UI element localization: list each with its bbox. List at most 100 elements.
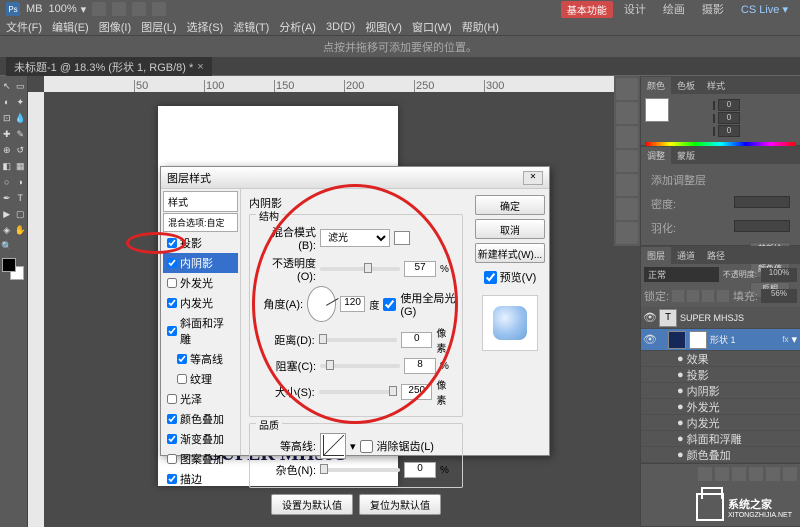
workspace-paint[interactable]: 绘画 bbox=[657, 0, 691, 18]
crop-tool[interactable]: ⊡ bbox=[0, 111, 14, 125]
gradient-tool[interactable]: ▦ bbox=[14, 159, 28, 173]
workspace-photo[interactable]: 摄影 bbox=[696, 0, 730, 18]
choke-slider[interactable] bbox=[320, 364, 400, 368]
fx-badge[interactable]: fx bbox=[782, 335, 788, 344]
rulers-icon[interactable] bbox=[152, 2, 166, 16]
global-light-checkbox[interactable] bbox=[383, 298, 396, 311]
3d-tool[interactable]: ◈ bbox=[0, 223, 14, 237]
fg-swatch[interactable] bbox=[645, 98, 669, 122]
shadow-color-swatch[interactable] bbox=[394, 231, 410, 245]
fgbg-swatches[interactable] bbox=[2, 258, 26, 282]
noise-input[interactable]: 0 bbox=[404, 462, 436, 478]
menu-select[interactable]: 选择(S) bbox=[187, 19, 224, 35]
layers-tab[interactable]: 图层 bbox=[641, 247, 671, 264]
angle-input[interactable]: 120 bbox=[340, 296, 366, 312]
brush-tool[interactable]: ✎ bbox=[14, 127, 28, 141]
g-slider[interactable] bbox=[713, 114, 715, 123]
fx-innerglow[interactable]: ●内发光 bbox=[641, 415, 800, 431]
fx-innershadow[interactable]: ●内阴影 bbox=[641, 383, 800, 399]
visibility-icon[interactable]: 👁 bbox=[644, 312, 656, 324]
distance-input[interactable]: 0 bbox=[401, 332, 432, 348]
layer-item[interactable]: 👁 T SUPER MHSJS bbox=[641, 307, 800, 329]
dialog-titlebar[interactable]: 图层样式 ✕ bbox=[161, 167, 549, 189]
style-stroke[interactable]: 描边 bbox=[163, 469, 238, 489]
zoom-tool[interactable]: 🔍 bbox=[0, 239, 14, 253]
delete-layer-icon[interactable] bbox=[783, 467, 797, 481]
fx-dropshadow[interactable]: ●投影 bbox=[641, 367, 800, 383]
style-bevel[interactable]: 斜面和浮雕 bbox=[163, 313, 238, 349]
style-gradientoverlay[interactable]: 渐变叠加 bbox=[163, 429, 238, 449]
lock-position-icon[interactable] bbox=[702, 290, 714, 302]
ok-button[interactable]: 确定 bbox=[475, 195, 545, 215]
visibility-icon[interactable]: 👁 bbox=[644, 334, 656, 346]
make-default-button[interactable]: 设置为默认值 bbox=[271, 494, 353, 515]
new-style-button[interactable]: 新建样式(W)... bbox=[475, 243, 545, 263]
stamp-tool[interactable]: ⊕ bbox=[0, 143, 14, 157]
r-slider[interactable] bbox=[713, 101, 715, 110]
distance-slider[interactable] bbox=[319, 338, 397, 342]
new-group-icon[interactable] bbox=[749, 467, 763, 481]
preview-checkbox[interactable] bbox=[484, 271, 497, 284]
styles-tab[interactable]: 样式 bbox=[701, 77, 731, 94]
lock-all-icon[interactable] bbox=[717, 290, 729, 302]
para-panel-icon[interactable] bbox=[616, 174, 638, 196]
guide-icon[interactable] bbox=[112, 2, 126, 16]
style-innerglow[interactable]: 内发光 bbox=[163, 293, 238, 313]
cancel-button[interactable]: 取消 bbox=[475, 219, 545, 239]
menu-help[interactable]: 帮助(H) bbox=[462, 19, 499, 35]
blur-tool[interactable]: ○ bbox=[0, 175, 14, 189]
menu-3d[interactable]: 3D(D) bbox=[326, 21, 355, 33]
actions-panel-icon[interactable] bbox=[616, 102, 638, 124]
layer-style-icon[interactable] bbox=[715, 467, 729, 481]
channels-tab[interactable]: 通道 bbox=[671, 247, 701, 264]
brush-panel-icon[interactable] bbox=[616, 198, 638, 220]
marquee-tool[interactable]: ▭ bbox=[14, 79, 28, 93]
style-satin[interactable]: 光泽 bbox=[163, 389, 238, 409]
mask-tab[interactable]: 蒙版 bbox=[671, 147, 701, 164]
lock-pixel-icon[interactable] bbox=[687, 290, 699, 302]
fill-input[interactable]: 56% bbox=[761, 289, 797, 303]
path-select-tool[interactable]: ▶ bbox=[0, 207, 14, 221]
menu-image[interactable]: 图像(I) bbox=[99, 19, 131, 35]
menu-window[interactable]: 窗口(W) bbox=[412, 19, 452, 35]
opacity-input[interactable]: 100% bbox=[761, 268, 797, 282]
style-patternoverlay[interactable]: 图案叠加 bbox=[163, 449, 238, 469]
hand-tool[interactable]: ✋ bbox=[14, 223, 28, 237]
size-input[interactable]: 250 bbox=[401, 384, 432, 400]
menu-view[interactable]: 视图(V) bbox=[365, 19, 402, 35]
new-layer-icon[interactable] bbox=[766, 467, 780, 481]
pen-tool[interactable]: ✒ bbox=[0, 191, 14, 205]
eraser-tool[interactable]: ◧ bbox=[0, 159, 14, 173]
history-panel-icon[interactable] bbox=[616, 78, 638, 100]
b-slider[interactable] bbox=[713, 127, 715, 136]
layer-mask-icon[interactable] bbox=[732, 467, 746, 481]
opacity-input[interactable]: 57 bbox=[404, 261, 436, 277]
workspace-basic-button[interactable]: 基本功能 bbox=[561, 1, 613, 18]
swatches-tab[interactable]: 色板 bbox=[671, 77, 701, 94]
style-dropshadow[interactable]: 投影 bbox=[163, 233, 238, 253]
paths-tab[interactable]: 路径 bbox=[701, 247, 731, 264]
workspace-design[interactable]: 设计 bbox=[618, 0, 652, 18]
lock-transparent-icon[interactable] bbox=[672, 290, 684, 302]
angle-dial[interactable] bbox=[307, 286, 336, 322]
link-layers-icon[interactable] bbox=[698, 467, 712, 481]
wand-tool[interactable]: ✦ bbox=[14, 95, 28, 109]
menu-edit[interactable]: 编辑(E) bbox=[52, 19, 89, 35]
style-outerglow[interactable]: 外发光 bbox=[163, 273, 238, 293]
clone-panel-icon[interactable] bbox=[616, 222, 638, 244]
fx-bevel[interactable]: ●斜面和浮雕 bbox=[641, 431, 800, 447]
contour-picker[interactable] bbox=[320, 433, 346, 459]
reset-default-button[interactable]: 复位为默认值 bbox=[359, 494, 441, 515]
blend-mode-select[interactable]: 滤光 bbox=[320, 229, 390, 247]
chevron-down-icon[interactable]: ▾ bbox=[350, 440, 356, 453]
blend-mode-select[interactable]: 正常 bbox=[644, 267, 719, 282]
size-slider[interactable] bbox=[319, 390, 397, 394]
close-icon[interactable]: ✕ bbox=[523, 171, 543, 185]
menu-layer[interactable]: 图层(L) bbox=[141, 19, 176, 35]
menu-analysis[interactable]: 分析(A) bbox=[279, 19, 316, 35]
fx-effects-label[interactable]: ●效果 bbox=[641, 351, 800, 367]
shape-tool[interactable]: ▢ bbox=[14, 207, 28, 221]
document-tab[interactable]: 未标题-1 @ 18.3% (形状 1, RGB/8) * × bbox=[6, 57, 212, 77]
opacity-slider[interactable] bbox=[320, 267, 400, 271]
noise-slider[interactable] bbox=[320, 468, 400, 472]
